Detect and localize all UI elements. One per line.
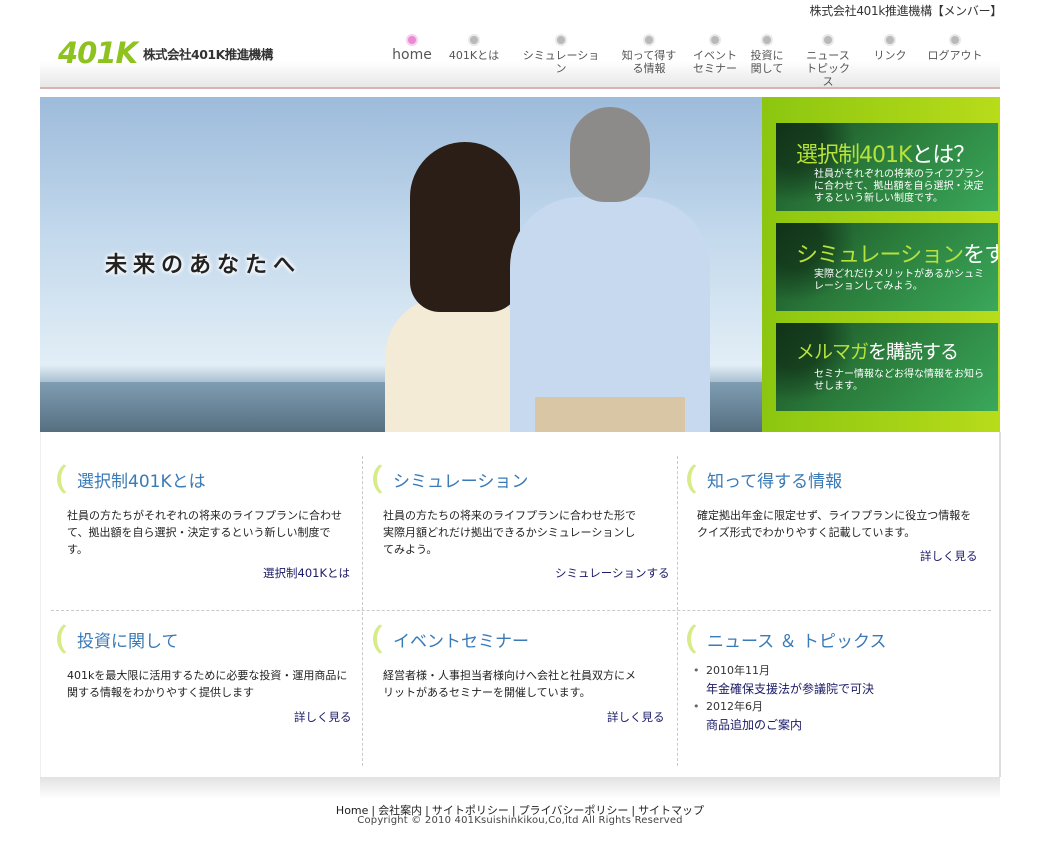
promo-title: メルマガを購読する — [796, 341, 959, 363]
header-divider — [40, 87, 1000, 89]
news-date: 2012年6月 — [691, 698, 874, 716]
man-pants — [535, 397, 685, 432]
nav-label: home — [392, 47, 432, 63]
member-status: 株式会社401k推進機構【メンバー】 — [809, 4, 1003, 18]
sun-icon — [884, 34, 896, 46]
section-link[interactable]: 詳しく見る — [607, 709, 665, 725]
nav-label: 知って得する情報 — [621, 49, 677, 75]
section-description: 社員の方たちがそれぞれの将来のライフプランに合わせて、拠出額を自ら選択・決定する… — [67, 509, 342, 556]
section-simulation: シミュレーション 社員の方たちの将来のライフプランに合わせた形で実際月額どれだけ… — [357, 447, 670, 607]
section-title: ニュース ＆ トピックス — [707, 632, 887, 652]
section-401k: 選択制401Kとは 社員の方たちがそれぞれの将来のライフプランに合わせて、拠出額… — [41, 447, 353, 607]
promo-mailmagazine[interactable]: メルマガを購読する セミナー情報などお得な情報をお知らせします。 — [776, 323, 998, 411]
nav-simulation[interactable]: シミュレーション — [520, 34, 602, 75]
news-list: 2010年11月 年金確保支援法が参議院で可決 2012年6月 商品追加のご案内 — [691, 662, 874, 734]
section-tips: 知って得する情報 確定拠出年金に限定せず、ライフプランに役立つ情報をクイズ形式で… — [671, 447, 983, 607]
nav-investment[interactable]: 投資に関して — [748, 34, 786, 75]
sun-icon — [709, 34, 721, 46]
sun-icon — [406, 34, 418, 46]
nav-label: ニューストピックス — [806, 49, 850, 88]
hero-promo-column: 選択制401Kとは？ 社員がそれぞれの将来のライフプランに合わせて、拠出額を自ら… — [762, 97, 1000, 432]
hero-photo: 未来のあなたへ — [40, 97, 762, 432]
news-date: 2010年11月 — [691, 662, 874, 680]
logo-company-name: 株式会社401K推進機構 — [143, 46, 273, 62]
nav-event-seminar[interactable]: イベントセミナー — [690, 34, 740, 75]
site-header: 401K 株式会社401K推進機構 home 401Kとは シミュレーション 知… — [40, 28, 1000, 88]
section-investment: 投資に関して 401kを最大限に活用するために必要な投資・運用商品に関する情報を… — [41, 607, 353, 767]
section-description: 401kを最大限に活用するために必要な投資・運用商品に関する情報をわかりやすく提… — [67, 669, 348, 699]
copyright: Copyright © 2010 401Ksuishinkikou,Co,ltd… — [357, 815, 683, 826]
promo-401k[interactable]: 選択制401Kとは？ 社員がそれぞれの将来のライフプランに合わせて、拠出額を自ら… — [776, 123, 998, 211]
section-title: 投資に関して — [77, 632, 179, 652]
section-description: 社員の方たちの将来のライフプランに合わせた形で実際月額どれだけ拠出できるかシミュ… — [383, 509, 636, 556]
section-title: 知って得する情報 — [707, 472, 843, 492]
section-title: イベントセミナー — [393, 632, 529, 652]
news-item-link[interactable]: 年金確保支援法が参議院で可決 — [691, 680, 874, 698]
hero-banner: 未来のあなたへ 選択制401Kとは？ 社員がそれぞれの将来のライフプランに合わせ… — [40, 97, 1000, 432]
nav-label: リンク — [873, 49, 907, 62]
woman-hair — [410, 142, 520, 312]
promo-simulation[interactable]: シミュレーションをする 実際どれだけメリットがあるかシュミレーションしてみよう。 — [776, 223, 998, 311]
nav-links[interactable]: リンク — [870, 34, 910, 62]
sun-icon — [555, 34, 567, 46]
sun-icon — [468, 34, 480, 46]
sun-icon — [761, 34, 773, 46]
site-logo[interactable]: 401K 株式会社401K推進機構 — [58, 36, 273, 70]
promo-title: 選択制401Kとは？ — [796, 143, 975, 168]
news-item-link[interactable]: 商品追加のご案内 — [691, 716, 874, 734]
section-event-seminar: イベントセミナー 経営者様・人事担当者様向けへ会社と社員双方にメリットがあるセミ… — [357, 607, 669, 767]
sun-icon — [949, 34, 961, 46]
nav-label: 投資に関して — [750, 49, 784, 75]
nav-label: ログアウト — [927, 49, 983, 62]
nav-tips[interactable]: 知って得する情報 — [621, 34, 677, 75]
nav-logout[interactable]: ログアウト — [922, 34, 988, 62]
section-title: シミュレーション — [393, 472, 529, 492]
nav-label: 401Kとは — [448, 49, 500, 62]
promo-description: 実際どれだけメリットがあるかシュミレーションしてみよう。 — [814, 269, 984, 292]
hero-tagline: 未来のあなたへ — [105, 253, 302, 278]
section-link[interactable]: 詳しく見る — [294, 709, 352, 725]
section-description: 経営者様・人事担当者様向けへ会社と社員双方にメリットがあるセミナーを開催していま… — [383, 669, 636, 699]
section-link[interactable]: 選択制401Kとは — [263, 565, 350, 581]
section-link[interactable]: シミュレーションする — [555, 565, 670, 581]
section-title: 選択制401Kとは — [77, 472, 206, 492]
sun-icon — [822, 34, 834, 46]
logo-mark: 401K — [58, 36, 138, 70]
nav-home[interactable]: home — [390, 34, 434, 62]
promo-description: セミナー情報などお得な情報をお知らせします。 — [814, 369, 984, 392]
nav-label: イベントセミナー — [693, 49, 737, 75]
feature-grid: 選択制401Kとは 社員の方たちがそれぞれの将来のライフプランに合わせて、拠出額… — [40, 432, 1001, 777]
promo-description: 社員がそれぞれの将来のライフプランに合わせて、拠出額を自ら選択・決定するという新… — [814, 169, 984, 204]
section-description: 確定拠出年金に限定せず、ライフプランに役立つ情報をクイズ形式でわかりやすく記載し… — [697, 509, 972, 539]
nav-401k[interactable]: 401Kとは — [446, 34, 502, 62]
sun-icon — [643, 34, 655, 46]
footer-shadow-bar — [40, 777, 1000, 799]
section-link[interactable]: 詳しく見る — [920, 548, 978, 564]
promo-title: シミュレーションをする — [796, 243, 998, 268]
nav-label: シミュレーション — [522, 49, 600, 75]
nav-news-topics[interactable]: ニューストピックス — [802, 34, 854, 88]
man-head — [570, 107, 650, 202]
